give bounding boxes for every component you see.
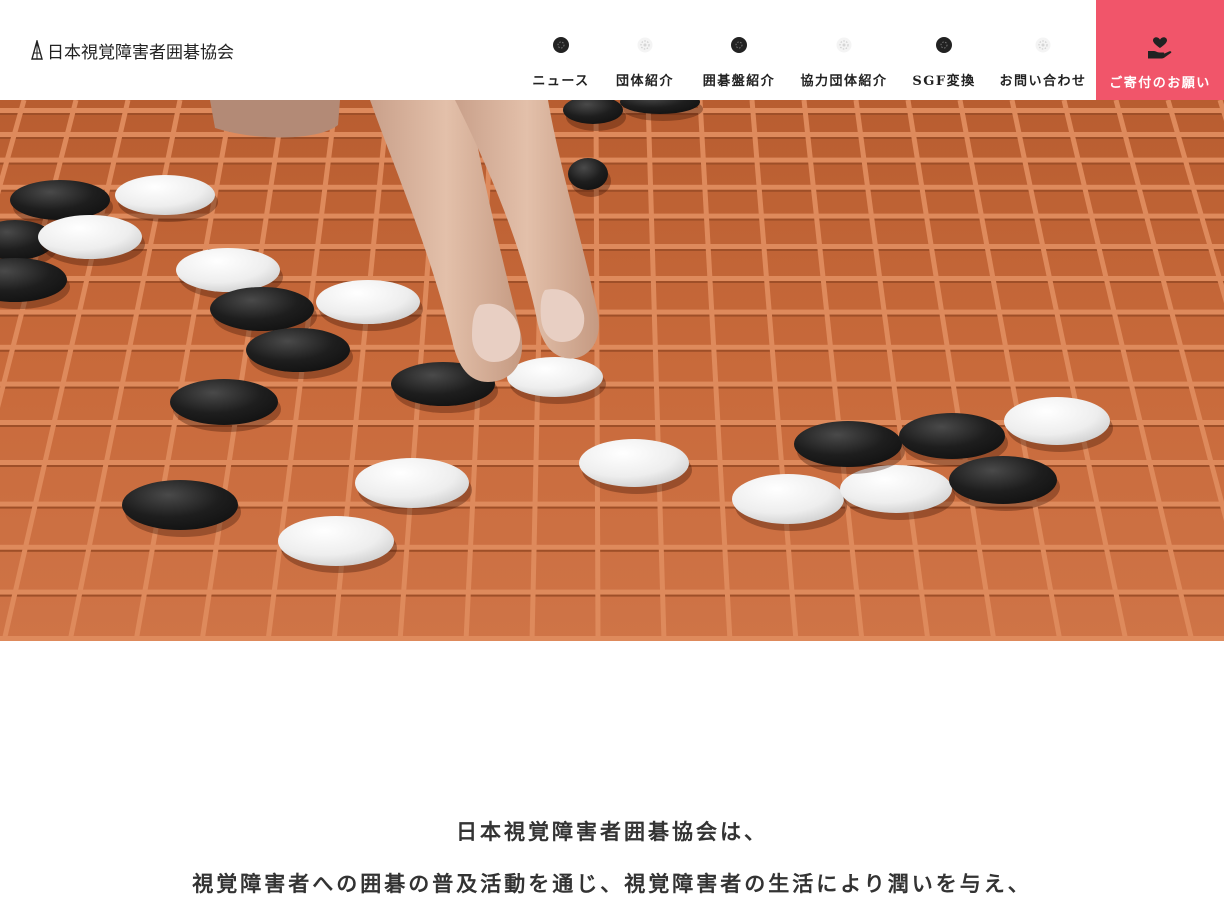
donate-label: ご寄付のお願い xyxy=(1109,76,1211,91)
board-ridge xyxy=(0,344,1224,350)
white-go-stone-icon xyxy=(836,37,852,53)
nav-label: 囲碁盤紹介 xyxy=(702,74,776,89)
nav-item-board[interactable]: 囲碁盤紹介 xyxy=(688,0,790,100)
nav-item-news[interactable]: ニュース xyxy=(520,0,602,100)
board-ridge xyxy=(0,309,1224,315)
black-go-stone xyxy=(122,480,238,530)
board-ridge-shadow xyxy=(0,249,1224,251)
black-go-stone xyxy=(794,421,902,467)
white-go-stone xyxy=(278,516,394,566)
board-ridge-shadow xyxy=(0,314,1224,317)
white-go-stone xyxy=(316,280,420,324)
logo-mark-icon xyxy=(31,40,43,60)
black-go-stone xyxy=(568,158,608,190)
board-ridge-shadow xyxy=(0,162,1224,165)
white-go-stone xyxy=(176,248,280,292)
heart-hand-icon xyxy=(1148,37,1172,59)
nav-item-partners[interactable]: 協力団体紹介 xyxy=(790,0,898,100)
white-go-stone xyxy=(507,357,603,397)
board-ridge-shadow xyxy=(0,594,1224,597)
intro-line: 視覚障害者への囲碁の普及活動を通じ、視覚障害者の生活により潤いを与え、 xyxy=(192,871,1032,896)
white-go-stone xyxy=(732,474,844,524)
site-header: 日本視覚障害者囲碁協会 ニュース 団体紹介 囲碁盤紹介 協力団体紹介 SGF変換… xyxy=(0,0,1224,100)
nav-label: 団体紹介 xyxy=(615,74,674,89)
white-go-stone xyxy=(355,458,469,508)
white-go-stone xyxy=(1004,397,1110,445)
black-go-stone xyxy=(949,456,1057,504)
nav-label: ニュース xyxy=(532,74,590,89)
go-board-photo xyxy=(0,100,1224,641)
black-go-stone xyxy=(210,287,314,331)
logo-text: 日本視覚障害者囲碁協会 xyxy=(47,42,234,63)
black-go-stone-icon xyxy=(936,37,952,53)
black-go-stone xyxy=(170,379,278,425)
white-go-stone xyxy=(38,215,142,259)
black-go-stone xyxy=(899,413,1005,459)
black-go-stone xyxy=(10,180,110,220)
black-go-stone-icon xyxy=(553,37,569,53)
donate-button[interactable]: ご寄付のお願い xyxy=(1096,0,1224,100)
hero-image xyxy=(0,100,1224,641)
black-go-stone-icon xyxy=(731,37,747,53)
nav-item-about[interactable]: 団体紹介 xyxy=(602,0,688,100)
nav-label: お問い合わせ xyxy=(999,74,1087,89)
intro-line: 日本視覚障害者囲碁協会は、 xyxy=(456,819,768,844)
board-ridge-shadow xyxy=(0,349,1224,352)
board-ridge xyxy=(0,132,1224,137)
site-logo[interactable]: 日本視覚障害者囲碁協会 xyxy=(30,36,234,64)
board-ridge xyxy=(0,589,1224,595)
board-ridge xyxy=(0,636,1224,641)
nav-item-contact[interactable]: お問い合わせ xyxy=(990,0,1096,100)
main-nav: ニュース 団体紹介 囲碁盤紹介 協力団体紹介 SGF変換 お問い合わせ xyxy=(520,0,1096,100)
black-go-stone xyxy=(246,328,350,372)
white-go-stone xyxy=(115,175,215,215)
board-ridge-shadow xyxy=(0,549,1224,552)
board-ridge xyxy=(0,157,1224,163)
nav-label: 協力団体紹介 xyxy=(800,74,888,89)
white-go-stone-icon xyxy=(637,37,653,53)
intro-section: 日本視覚障害者囲碁協会は、 視覚障害者への囲碁の普及活動を通じ、視覚障害者の生活… xyxy=(0,806,1224,900)
nav-item-sgf[interactable]: SGF変換 xyxy=(898,0,990,100)
white-go-stone-icon xyxy=(1035,37,1051,53)
board-ridge-shadow xyxy=(0,137,1224,139)
white-go-stone xyxy=(579,439,689,487)
nav-label: SGF変換 xyxy=(912,74,976,89)
